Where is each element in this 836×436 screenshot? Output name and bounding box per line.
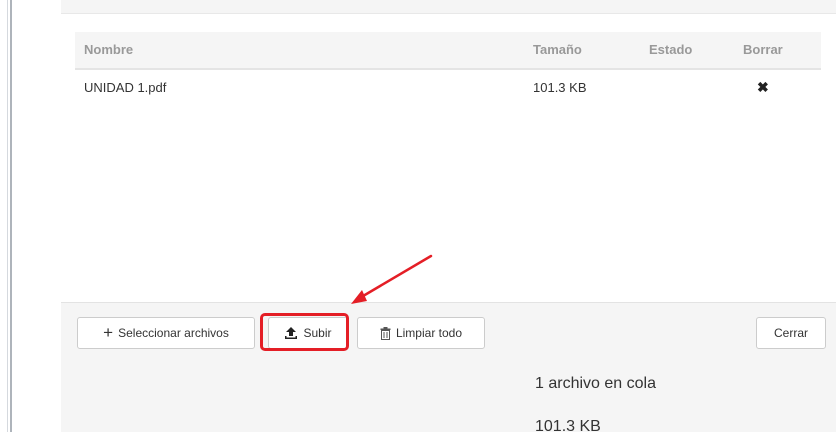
upload-label: Subir: [303, 326, 332, 340]
header-size: Tamaño: [533, 42, 582, 57]
clear-all-button[interactable]: Limpiar todo: [357, 317, 485, 349]
select-files-label: Seleccionar archivos: [118, 326, 229, 340]
dialog-footer: + Seleccionar archivos Subir Limpiar tod…: [61, 302, 836, 435]
header-name: Nombre: [84, 42, 134, 57]
close-label: Cerrar: [773, 326, 808, 340]
upload-dialog: Nombre Tamaño Estado Borrar UNIDAD 1.pdf…: [61, 0, 836, 435]
file-table: Nombre Tamaño Estado Borrar UNIDAD 1.pdf…: [75, 32, 821, 106]
table-header: Nombre Tamaño Estado Borrar: [75, 32, 821, 70]
close-icon[interactable]: ✖: [757, 79, 769, 96]
window-edge-line: [7, 0, 8, 432]
upload-button[interactable]: Subir: [268, 317, 348, 349]
header-state: Estado: [649, 42, 693, 57]
header-delete: Borrar: [743, 42, 783, 57]
file-name: UNIDAD 1.pdf: [84, 80, 167, 95]
plus-icon: +: [103, 322, 114, 342]
annotation-arrow-icon: [351, 254, 433, 304]
queue-size-text: 101.3 KB: [535, 418, 601, 435]
dialog-header-strip: [61, 0, 836, 14]
window-edge-line: [10, 0, 12, 432]
upload-icon: [284, 326, 298, 340]
queue-count-text: 1 archivo en cola: [535, 375, 656, 392]
clear-all-label: Limpiar todo: [395, 326, 463, 340]
close-button[interactable]: Cerrar: [756, 317, 826, 349]
table-row: UNIDAD 1.pdf 101.3 KB ✖: [75, 70, 821, 106]
file-size: 101.3 KB: [533, 80, 587, 95]
trash-icon: [380, 326, 391, 340]
select-files-button[interactable]: + Seleccionar archivos: [77, 317, 255, 349]
